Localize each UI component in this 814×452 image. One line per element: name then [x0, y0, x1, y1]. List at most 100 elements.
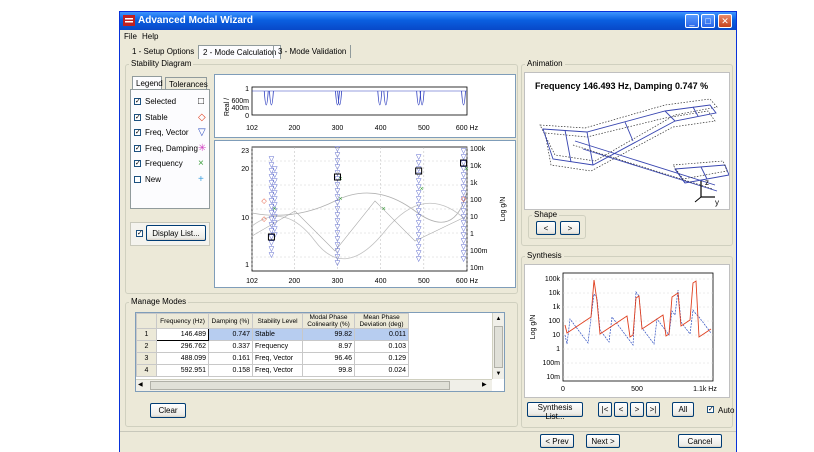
real-plot-panel: 1 600m 400m 0 Real / 102 200 300 400 500 600 …: [214, 74, 516, 138]
scroll-right-icon[interactable]: ▶: [482, 381, 487, 388]
subtab-tolerances[interactable]: Tolerances: [165, 77, 208, 89]
stability-right-tick: 10m: [470, 265, 484, 272]
table-row[interactable]: 2 296.762 0.337 Frequency 8.97 0.103: [136, 340, 409, 353]
table-hscrollbar[interactable]: ◀ ▶: [136, 379, 492, 391]
cell-mpd: 0.024: [354, 364, 409, 377]
row-index: 3: [136, 352, 157, 365]
minimize-icon[interactable]: _: [685, 14, 699, 28]
header-mpd[interactable]: Mean Phase Deviation (deg): [354, 313, 409, 329]
stability-curves: [251, 190, 468, 259]
synthesis-ytick: 10: [552, 332, 560, 339]
frequency-marker: ×: [464, 166, 468, 173]
hscroll-thumb[interactable]: [150, 381, 450, 390]
cell-mpc: 96.46: [302, 352, 355, 365]
frequency-marker: ×: [272, 206, 276, 213]
legend-marker-icon: ◇: [198, 111, 206, 123]
legend-checkbox[interactable]: ✓: [134, 129, 141, 136]
stability-ytick: 23: [241, 148, 249, 155]
next-button[interactable]: Next >: [586, 434, 620, 448]
synthesis-plot-panel: 100k 10k 1k 100 10 1 100m 10m 0 500 1.1k Hz Log g…: [524, 264, 730, 398]
cell-mpc: 8.97: [302, 340, 355, 353]
cell-damping: 0.337: [208, 340, 253, 353]
freq-vector-marker: ▽: [335, 260, 341, 267]
legend-checkbox[interactable]: ✓: [134, 113, 141, 121]
animation-label: Animation: [525, 59, 565, 68]
real-ylabel: Real /: [224, 98, 231, 116]
stability-right-ticks: 100k 10k 1k 100 10 1 100m 10m: [470, 146, 488, 272]
real-xticks: 102 200 300 400 500 600 Hz: [246, 125, 478, 132]
header-damping[interactable]: Damping (%): [208, 313, 253, 329]
scroll-left-icon[interactable]: ◀: [138, 381, 143, 388]
legend-item: ✓ Frequency ×: [134, 158, 208, 170]
display-list-button[interactable]: Display List...: [146, 225, 206, 241]
header-mpc[interactable]: Modal Phase Colinearity (%): [302, 313, 355, 329]
cell-frequency: 296.762: [156, 340, 209, 353]
real-plot: 1 600m 400m 0 Real / 102 200 300 400 500 600 …: [224, 86, 479, 132]
table-row[interactable]: 3 488.099 0.161 Freq, Vector 96.46 0.129: [136, 352, 409, 365]
cell-mpd: 0.129: [354, 352, 409, 365]
subtab-legend[interactable]: Legend: [132, 76, 163, 89]
clear-button[interactable]: Clear: [150, 403, 186, 418]
real-ytick-400m: 400m: [231, 105, 249, 112]
header-frequency[interactable]: Frequency (Hz): [156, 313, 209, 329]
shape-prev-button[interactable]: <: [536, 221, 556, 235]
stability-xtick: 300: [332, 278, 344, 285]
nav-prev-button[interactable]: <: [614, 402, 628, 417]
cell-mpd: 0.103: [354, 340, 409, 353]
nav-first-button[interactable]: |<: [598, 402, 612, 417]
stable-marker: ◇: [261, 216, 267, 223]
cell-stability-level: Freq, Vector: [252, 352, 303, 365]
nav-last-button[interactable]: >|: [646, 402, 660, 417]
axes-triad: z y: [694, 178, 719, 207]
legend-checkbox[interactable]: ✓: [134, 144, 141, 152]
real-xtick: 102: [246, 125, 258, 132]
header-stability-level[interactable]: Stability Level: [252, 313, 303, 329]
manage-modes-label: Manage Modes: [129, 297, 189, 306]
auto-checkbox[interactable]: ✓: [707, 406, 714, 413]
real-xtick: 600 Hz: [456, 125, 479, 132]
scroll-down-icon[interactable]: ▼: [493, 369, 504, 379]
legend-checkbox[interactable]: [134, 175, 141, 183]
modes-table-header: Frequency (Hz) Damping (%) Stability Lev…: [136, 313, 409, 329]
scroll-up-icon[interactable]: ▲: [493, 313, 504, 325]
table-row[interactable]: 1 146.489 0.747 Stable 99.82 0.011: [136, 328, 409, 341]
real-xtick: 300: [332, 125, 344, 132]
maximize-icon[interactable]: □: [701, 14, 715, 28]
wizard-window: Advanced Modal Wizard _ □ ✕ File Help 1 …: [119, 11, 737, 452]
stability-right-tick: 10: [470, 214, 478, 221]
menu-help[interactable]: Help: [142, 32, 158, 41]
all-button[interactable]: All: [672, 402, 694, 417]
synthesis-list-button[interactable]: Synthesis List...: [527, 402, 583, 421]
synthesis-ytick: 100k: [545, 276, 561, 283]
legend-label: Stable: [145, 112, 168, 122]
shape-next-button[interactable]: >: [560, 221, 580, 235]
tab-setup-options[interactable]: 1 - Setup Options: [128, 45, 198, 58]
menu-file[interactable]: File: [124, 32, 137, 41]
nav-next-button[interactable]: >: [630, 402, 644, 417]
frf-curve: [251, 200, 468, 252]
table-vscrollbar[interactable]: ▲ ▼: [492, 313, 504, 379]
modes-table-body: 1 146.489 0.747 Stable 99.82 0.011 2 296.762 0.3…: [136, 328, 409, 377]
stable-marker: ◇: [461, 196, 467, 203]
title-bar[interactable]: Advanced Modal Wizard _ □ ✕: [120, 12, 736, 30]
stability-ytick: 1: [245, 262, 249, 269]
legend-checkbox[interactable]: ✓: [134, 98, 141, 105]
table-row[interactable]: 4 592.951 0.158 Freq, Vector 99.8 0.024: [136, 364, 409, 377]
legend-label: Freq, Vector: [145, 128, 189, 137]
legend-checkbox[interactable]: ✓: [134, 160, 141, 167]
synthesis-curves: [564, 279, 712, 346]
shape-label: Shape: [532, 210, 560, 219]
prev-button[interactable]: < Prev: [540, 434, 574, 448]
display-list-checkbox[interactable]: ✓: [136, 230, 143, 237]
close-icon[interactable]: ✕: [718, 14, 732, 28]
stability-right-tick: 1k: [470, 180, 478, 187]
cancel-button[interactable]: Cancel: [678, 434, 722, 448]
tab-mode-calculation[interactable]: 2 - Mode Calculation: [198, 45, 282, 59]
legend-label: Frequency: [145, 159, 183, 168]
cell-stability-level: Stable: [252, 328, 303, 341]
synthesis-label: Synthesis: [525, 251, 564, 260]
vscroll-thumb[interactable]: [494, 326, 503, 368]
synthesis-ytick: 10k: [549, 290, 561, 297]
row-index: 1: [136, 328, 157, 341]
tab-mode-validation[interactable]: 3 - Mode Validation: [273, 45, 352, 58]
